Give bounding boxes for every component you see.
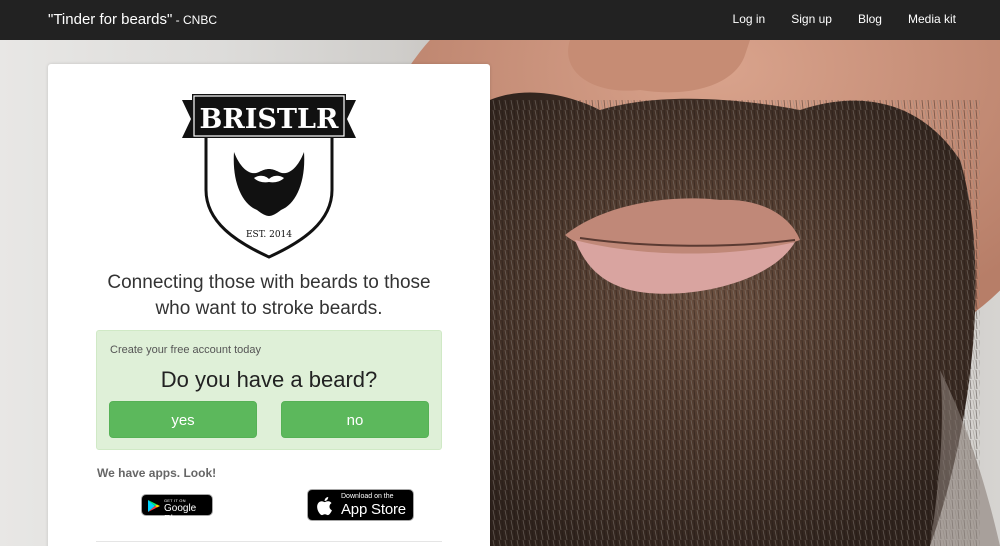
signup-panel: Create your free account today Do you ha… bbox=[96, 330, 442, 450]
apple-icon bbox=[317, 497, 332, 516]
brand-quote: "Tinder for beards" bbox=[48, 11, 173, 28]
app-store-badge[interactable]: Download on the App Store bbox=[307, 489, 414, 521]
tagline-line-2: who want to stroke beards. bbox=[155, 298, 383, 319]
nav-links: Log in Sign up Blog Media kit bbox=[707, 12, 956, 26]
signup-card: BRISTLR EST. 2014 Connecting those with … bbox=[48, 64, 490, 546]
logo-established: EST. 2014 bbox=[246, 230, 292, 240]
no-button[interactable]: no bbox=[281, 401, 429, 438]
nav-login-link[interactable]: Log in bbox=[733, 12, 766, 26]
tagline: Connecting those with beards to those wh… bbox=[48, 270, 490, 322]
bristlr-logo: BRISTLR EST. 2014 bbox=[182, 92, 356, 262]
yes-button[interactable]: yes bbox=[109, 401, 257, 438]
signup-subtitle: Create your free account today bbox=[110, 344, 262, 356]
beard-question: Do you have a beard? bbox=[160, 367, 378, 392]
apple-badge-small-text: Download on the bbox=[341, 493, 394, 500]
apple-badge-big-text: App Store bbox=[341, 501, 406, 518]
google-play-badge[interactable]: GET IT ON Google Play bbox=[141, 494, 213, 525]
card-divider bbox=[96, 541, 442, 542]
google-play-icon bbox=[148, 500, 160, 512]
nav-signup-link[interactable]: Sign up bbox=[791, 12, 832, 26]
brand-source: - CNBC bbox=[172, 13, 217, 27]
nav-media-kit-link[interactable]: Media kit bbox=[908, 12, 956, 26]
apps-label: We have apps. Look! bbox=[97, 466, 217, 480]
top-navbar: "Tinder for beards" - CNBC Log in Sign u… bbox=[0, 0, 1000, 40]
google-badge-big-text: Google Play bbox=[164, 503, 197, 525]
logo-wordmark: BRISTLR bbox=[200, 104, 339, 135]
tagline-line-1: Connecting those with beards to those bbox=[107, 272, 431, 293]
nav-blog-link[interactable]: Blog bbox=[858, 12, 882, 26]
navbar-brand[interactable]: "Tinder for beards" - CNBC bbox=[48, 11, 217, 28]
beard-shield-logo: BRISTLR EST. 2014 bbox=[182, 94, 356, 259]
